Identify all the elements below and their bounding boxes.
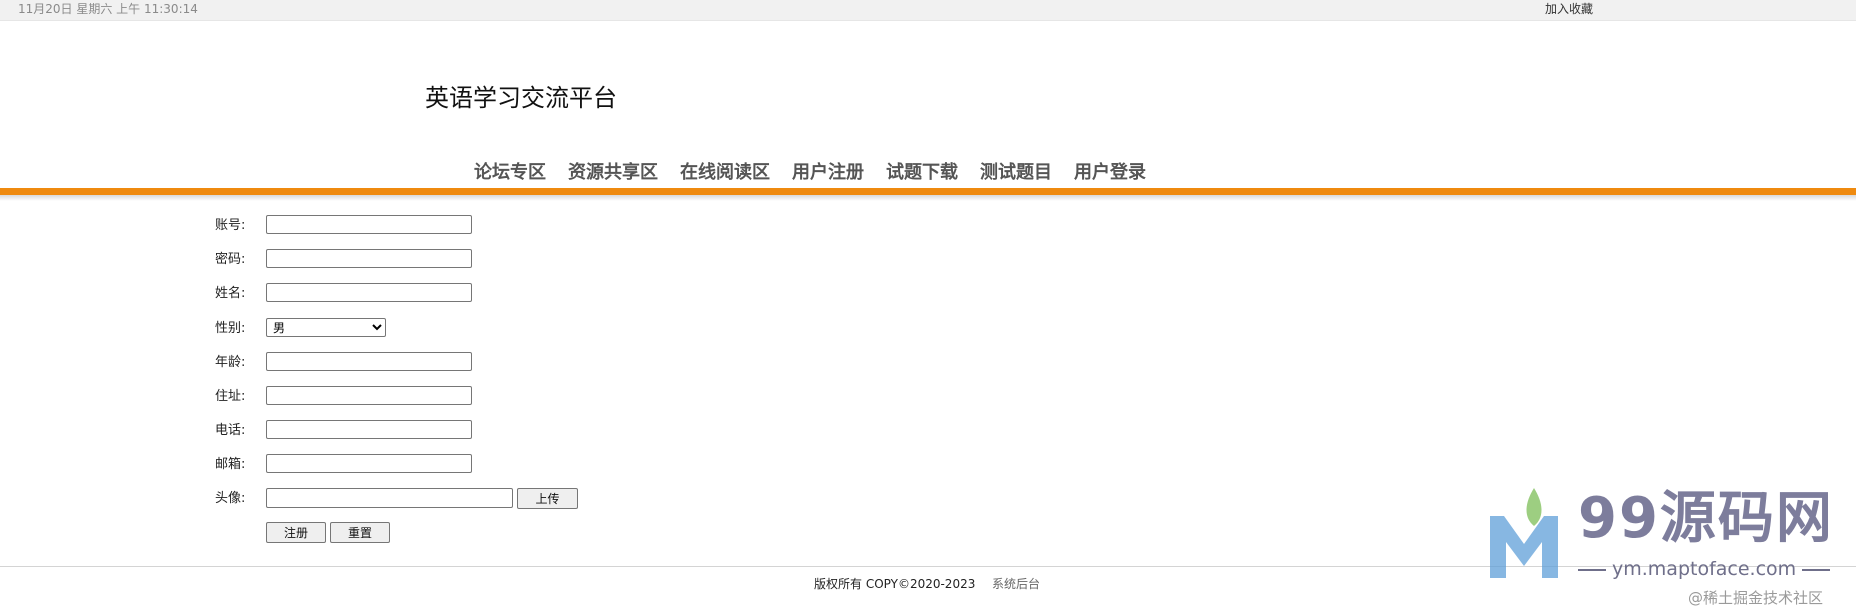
password-input[interactable] bbox=[266, 249, 472, 268]
nav-item-forum[interactable]: 论坛专区 bbox=[474, 160, 546, 186]
gender-select[interactable]: 男 bbox=[266, 318, 386, 337]
email-label: 邮箱: bbox=[215, 457, 246, 472]
admin-link[interactable]: 系统后台 bbox=[992, 576, 1040, 592]
watermark-community: @稀土掘金技术社区 bbox=[1688, 589, 1824, 607]
nav-item-login[interactable]: 用户登录 bbox=[1074, 160, 1146, 186]
phone-label: 电话: bbox=[215, 423, 246, 438]
reset-button[interactable]: 重置 bbox=[330, 522, 390, 543]
gender-label: 性别: bbox=[215, 321, 246, 336]
datetime-text: 11月20日 星期六 上午 11:30:14 bbox=[18, 2, 198, 16]
register-button[interactable]: 注册 bbox=[266, 522, 326, 543]
address-input[interactable] bbox=[266, 386, 472, 405]
site-title: 英语学习交流平台 bbox=[425, 84, 617, 112]
address-label: 住址: bbox=[215, 389, 246, 404]
account-input[interactable] bbox=[266, 215, 472, 234]
name-label: 姓名: bbox=[215, 286, 246, 301]
avatar-path-input[interactable] bbox=[266, 488, 513, 508]
nav-accent-bar bbox=[0, 188, 1856, 195]
main-nav: 论坛专区 资源共享区 在线阅读区 用户注册 试题下载 测试题目 用户登录 bbox=[474, 160, 1146, 186]
footer-copyright: 版权所有 COPY©2020-2023 bbox=[814, 577, 976, 591]
watermark-url: ym.maptoface.com bbox=[1572, 558, 1834, 580]
name-input[interactable] bbox=[266, 283, 472, 302]
age-label: 年龄: bbox=[215, 355, 246, 370]
avatar-label: 头像: bbox=[215, 491, 246, 506]
age-input[interactable] bbox=[266, 352, 472, 371]
top-bar: 11月20日 星期六 上午 11:30:14 加入收藏 bbox=[0, 0, 1856, 21]
nav-item-register[interactable]: 用户注册 bbox=[792, 160, 864, 186]
email-input[interactable] bbox=[266, 454, 472, 473]
page: 11月20日 星期六 上午 11:30:14 加入收藏 英语学习交流平台 论坛专… bbox=[0, 0, 1856, 614]
nav-item-tests[interactable]: 测试题目 bbox=[980, 160, 1052, 186]
watermark-logo-icon bbox=[1490, 488, 1558, 578]
add-favorite-link[interactable]: 加入收藏 bbox=[1545, 1, 1593, 17]
nav-item-resources[interactable]: 资源共享区 bbox=[568, 160, 658, 186]
nav-bar-shadow bbox=[0, 195, 1856, 201]
watermark-url-text: ym.maptoface.com bbox=[1612, 558, 1797, 580]
upload-button[interactable]: 上传 bbox=[517, 488, 578, 509]
phone-input[interactable] bbox=[266, 420, 472, 439]
nav-item-online-reading[interactable]: 在线阅读区 bbox=[680, 160, 770, 186]
account-label: 账号: bbox=[215, 218, 246, 233]
nav-item-exam-download[interactable]: 试题下载 bbox=[886, 160, 958, 186]
watermark-brand: 99源码网 bbox=[1578, 486, 1834, 551]
password-label: 密码: bbox=[215, 252, 246, 267]
